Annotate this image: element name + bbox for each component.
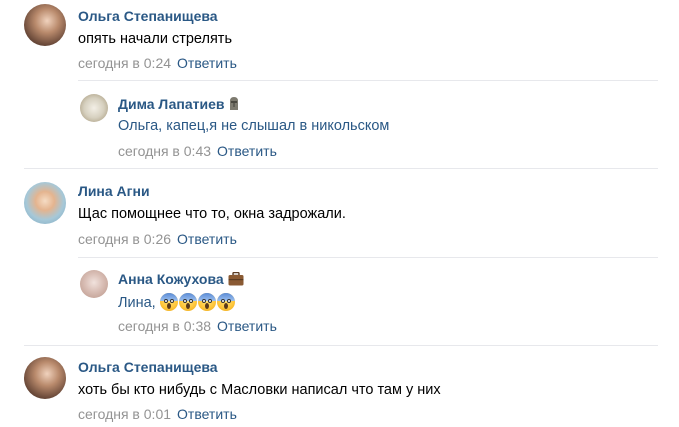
reply-button[interactable]: Ответить [217, 318, 277, 334]
comment-text: Ольга, капец,я не слышал в никольском [118, 118, 390, 134]
reply-button[interactable]: Ответить [217, 143, 277, 159]
reply-button[interactable]: Ответить [177, 406, 237, 422]
divider [24, 345, 658, 346]
comment-meta: сегодня в 0:26 Ответить [78, 231, 237, 247]
divider [24, 168, 658, 169]
comment-text: Щас помощнее что то, окна задрожали. [78, 206, 346, 222]
comment-meta: сегодня в 0:38 Ответить [118, 318, 277, 334]
comment-author: Дима Лапатиев [118, 96, 240, 114]
face-screaming-icon [178, 293, 197, 311]
comment-text: опять начали стрелять [78, 31, 232, 47]
divider [78, 257, 658, 258]
face-screaming-icon [159, 293, 178, 311]
avatar[interactable] [24, 357, 66, 399]
comment-time[interactable]: сегодня в 0:38 [118, 318, 211, 334]
face-screaming-icon [216, 293, 235, 311]
comment-time[interactable]: сегодня в 0:26 [78, 231, 171, 247]
reply-button[interactable]: Ответить [177, 231, 237, 247]
author-name[interactable]: Анна Кожухова [118, 271, 224, 287]
comment-text: хоть бы кто нибудь с Масловки написал чт… [78, 382, 441, 398]
avatar[interactable] [80, 94, 108, 122]
briefcase-icon [228, 271, 244, 289]
reply-button[interactable]: Ответить [177, 55, 237, 71]
comment-author[interactable]: Ольга Степанищева [78, 8, 218, 24]
comment-author[interactable]: Ольга Степанищева [78, 359, 218, 375]
avatar[interactable] [80, 270, 108, 298]
author-name[interactable]: Дима Лапатиев [118, 96, 224, 112]
divider [78, 80, 658, 81]
face-screaming-icon [197, 293, 216, 311]
comment-author[interactable]: Лина Агни [78, 183, 150, 199]
avatar[interactable] [24, 4, 66, 46]
reply-mention[interactable]: Лина, [118, 295, 156, 311]
comment-meta: сегодня в 0:01 Ответить [78, 406, 237, 422]
moai-icon [228, 96, 240, 114]
comment-time[interactable]: сегодня в 0:24 [78, 55, 171, 71]
comment-time[interactable]: сегодня в 0:01 [78, 406, 171, 422]
comment-text: Лина, [118, 293, 236, 311]
avatar[interactable] [24, 182, 66, 224]
comment-author: Анна Кожухова [118, 271, 244, 289]
comment-time[interactable]: сегодня в 0:43 [118, 143, 211, 159]
comment-meta: сегодня в 0:43 Ответить [118, 143, 277, 159]
comment-meta: сегодня в 0:24 Ответить [78, 55, 237, 71]
